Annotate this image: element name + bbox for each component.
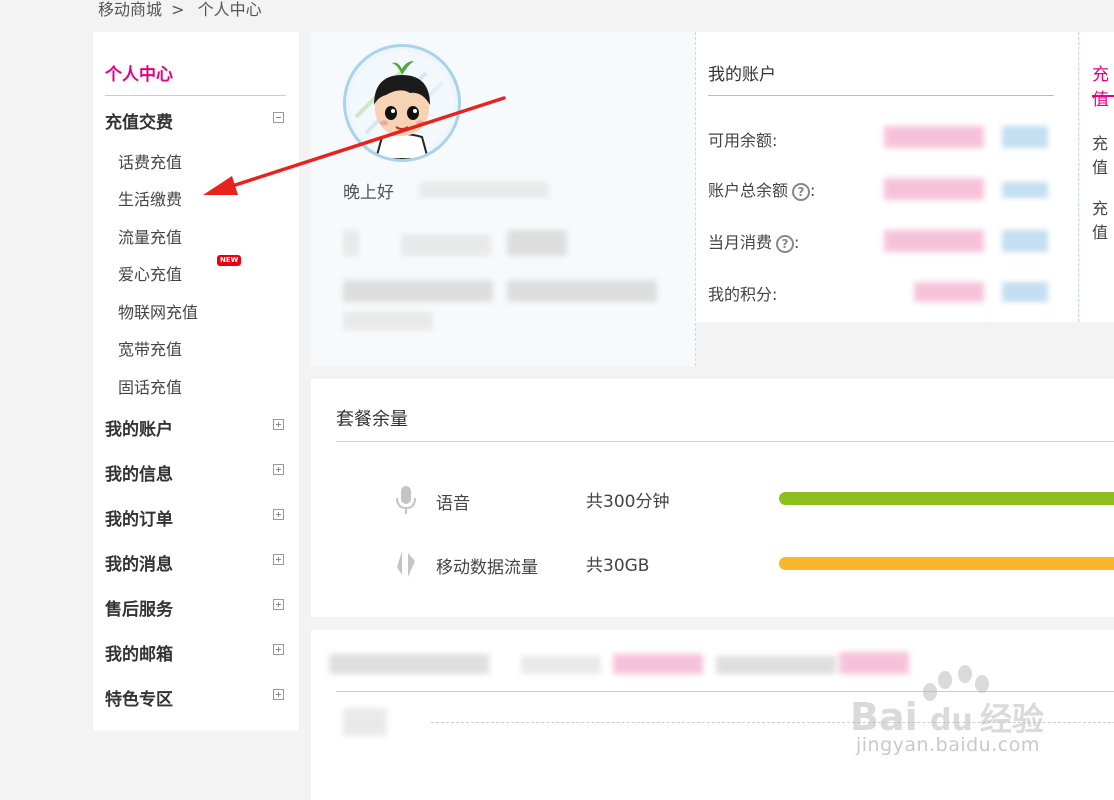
sidebar-item-iot-recharge[interactable]: 物联网充值: [118, 299, 198, 323]
expand-icon[interactable]: [273, 644, 284, 655]
watermark-url: jingyan.baidu.com: [856, 734, 1040, 756]
redacted-text: [329, 654, 489, 674]
recharge-option[interactable]: 充值: [1092, 130, 1114, 178]
redacted-value: [1002, 230, 1048, 252]
points-label: 我的积分:: [708, 285, 778, 304]
mobile-data-usage-bar: [779, 557, 1114, 570]
account-divider: [708, 95, 1054, 96]
mobile-data-label: 移动数据流量: [436, 558, 538, 578]
breadcrumb-current: 个人中心: [197, 0, 262, 19]
sidebar-group-account[interactable]: 我的账户: [105, 415, 173, 440]
account-panel: 我的账户 可用余额: 账户总余额?: 当月消费?: 我的积分:: [696, 32, 1079, 322]
package-divider: [336, 441, 1114, 442]
sidebar-group-orders[interactable]: 我的订单: [105, 505, 173, 530]
expand-icon[interactable]: [273, 554, 284, 565]
sidebar-group-messages[interactable]: 我的消息: [105, 550, 173, 575]
redacted-text: [343, 708, 387, 736]
redacted-text: [716, 656, 836, 674]
voice-usage-bar: [779, 492, 1114, 505]
redacted-value: [1002, 282, 1048, 302]
colon: :: [810, 181, 816, 200]
avatar[interactable]: [343, 44, 461, 162]
expand-icon[interactable]: [273, 689, 284, 700]
sidebar-group-special-zone[interactable]: 特色专区: [105, 685, 173, 710]
sidebar-item-label: 爱心充值: [118, 265, 183, 284]
redacted-value: [884, 126, 984, 148]
redacted-value: [884, 230, 984, 252]
breadcrumb: 移动商城 > 个人中心: [98, 0, 262, 20]
cartoon-avatar-icon: [350, 51, 454, 159]
redacted-value: [1002, 182, 1048, 198]
mobile-data-total: 共30GB: [586, 556, 650, 576]
redacted-text: [343, 230, 359, 256]
new-badge: NEW: [217, 255, 242, 266]
sidebar-group-mailbox[interactable]: 我的邮箱: [105, 640, 173, 665]
sidebar-divider: [105, 95, 286, 96]
redacted-text: [343, 280, 493, 302]
recharge-tab[interactable]: 充值: [1092, 60, 1114, 110]
sidebar-item-charity-recharge[interactable]: 爱心充值 NEW: [118, 255, 242, 285]
help-icon[interactable]: ?: [792, 182, 811, 201]
redacted-value: [914, 282, 984, 302]
redacted-username: [419, 182, 549, 198]
profile-panel: 晚上好: [311, 32, 696, 366]
sidebar-title[interactable]: 个人中心: [105, 60, 173, 85]
available-balance-label: 可用余额:: [708, 131, 778, 150]
sidebar-item-broadband-recharge[interactable]: 宽带充值: [118, 336, 182, 360]
redacted-text: [343, 312, 433, 330]
sidebar-group-info[interactable]: 我的信息: [105, 460, 173, 485]
recharge-tab-underline: [1092, 95, 1114, 97]
redacted-value: [884, 178, 984, 200]
collapse-icon[interactable]: [273, 112, 284, 123]
sidebar-item-phone-recharge[interactable]: 话费充值: [118, 149, 182, 173]
monthly-spend-label: 当月消费: [708, 233, 773, 252]
monthly-spend-row: 当月消费?:: [708, 229, 799, 253]
colon: :: [794, 233, 800, 252]
sidebar-group-recharge[interactable]: 充值交费: [105, 108, 173, 133]
microphone-icon: [396, 486, 416, 514]
redacted-text: [507, 280, 657, 302]
redacted-text: [613, 654, 703, 674]
redacted-value: [1002, 126, 1048, 148]
watermark-brand-cn: 经验: [980, 700, 1044, 738]
voice-total: 共300分钟: [586, 492, 670, 512]
sidebar-item-data-recharge[interactable]: 流量充值: [118, 224, 182, 248]
expand-icon[interactable]: [273, 419, 284, 430]
total-balance-label: 账户总余额: [708, 181, 789, 200]
redacted-text: [507, 230, 567, 256]
sidebar: 个人中心 充值交费 话费充值 生活缴费 流量充值 爱心充值 NEW 物联网充值 …: [93, 32, 299, 731]
expand-icon[interactable]: [273, 599, 284, 610]
voice-label: 语音: [436, 494, 470, 514]
sidebar-group-after-sales[interactable]: 售后服务: [105, 595, 173, 620]
package-title: 套餐余量: [336, 409, 408, 430]
expand-icon[interactable]: [273, 509, 284, 520]
redacted-text: [401, 234, 491, 256]
data-transfer-icon: [397, 551, 415, 577]
watermark-brand: Bai: [850, 695, 918, 739]
account-title: 我的账户: [708, 65, 776, 85]
recharge-panel: 充值 充值 充值: [1080, 32, 1114, 322]
total-balance-row: 账户总余额?:: [708, 177, 815, 201]
sidebar-item-landline-recharge[interactable]: 固话充值: [118, 374, 182, 398]
breadcrumb-root[interactable]: 移动商城: [98, 0, 162, 19]
package-remaining-panel: 套餐余量 语音 共300分钟 移动数据流量 共30GB: [311, 379, 1114, 617]
redacted-text: [521, 656, 601, 674]
sidebar-item-utility-payment[interactable]: 生活缴费: [118, 186, 182, 210]
greeting-text: 晚上好: [343, 183, 394, 203]
recharge-option[interactable]: 充值: [1092, 195, 1114, 243]
watermark-brand-du: du: [930, 703, 973, 738]
breadcrumb-separator: >: [171, 0, 185, 19]
expand-icon[interactable]: [273, 464, 284, 475]
help-icon[interactable]: ?: [776, 234, 795, 253]
